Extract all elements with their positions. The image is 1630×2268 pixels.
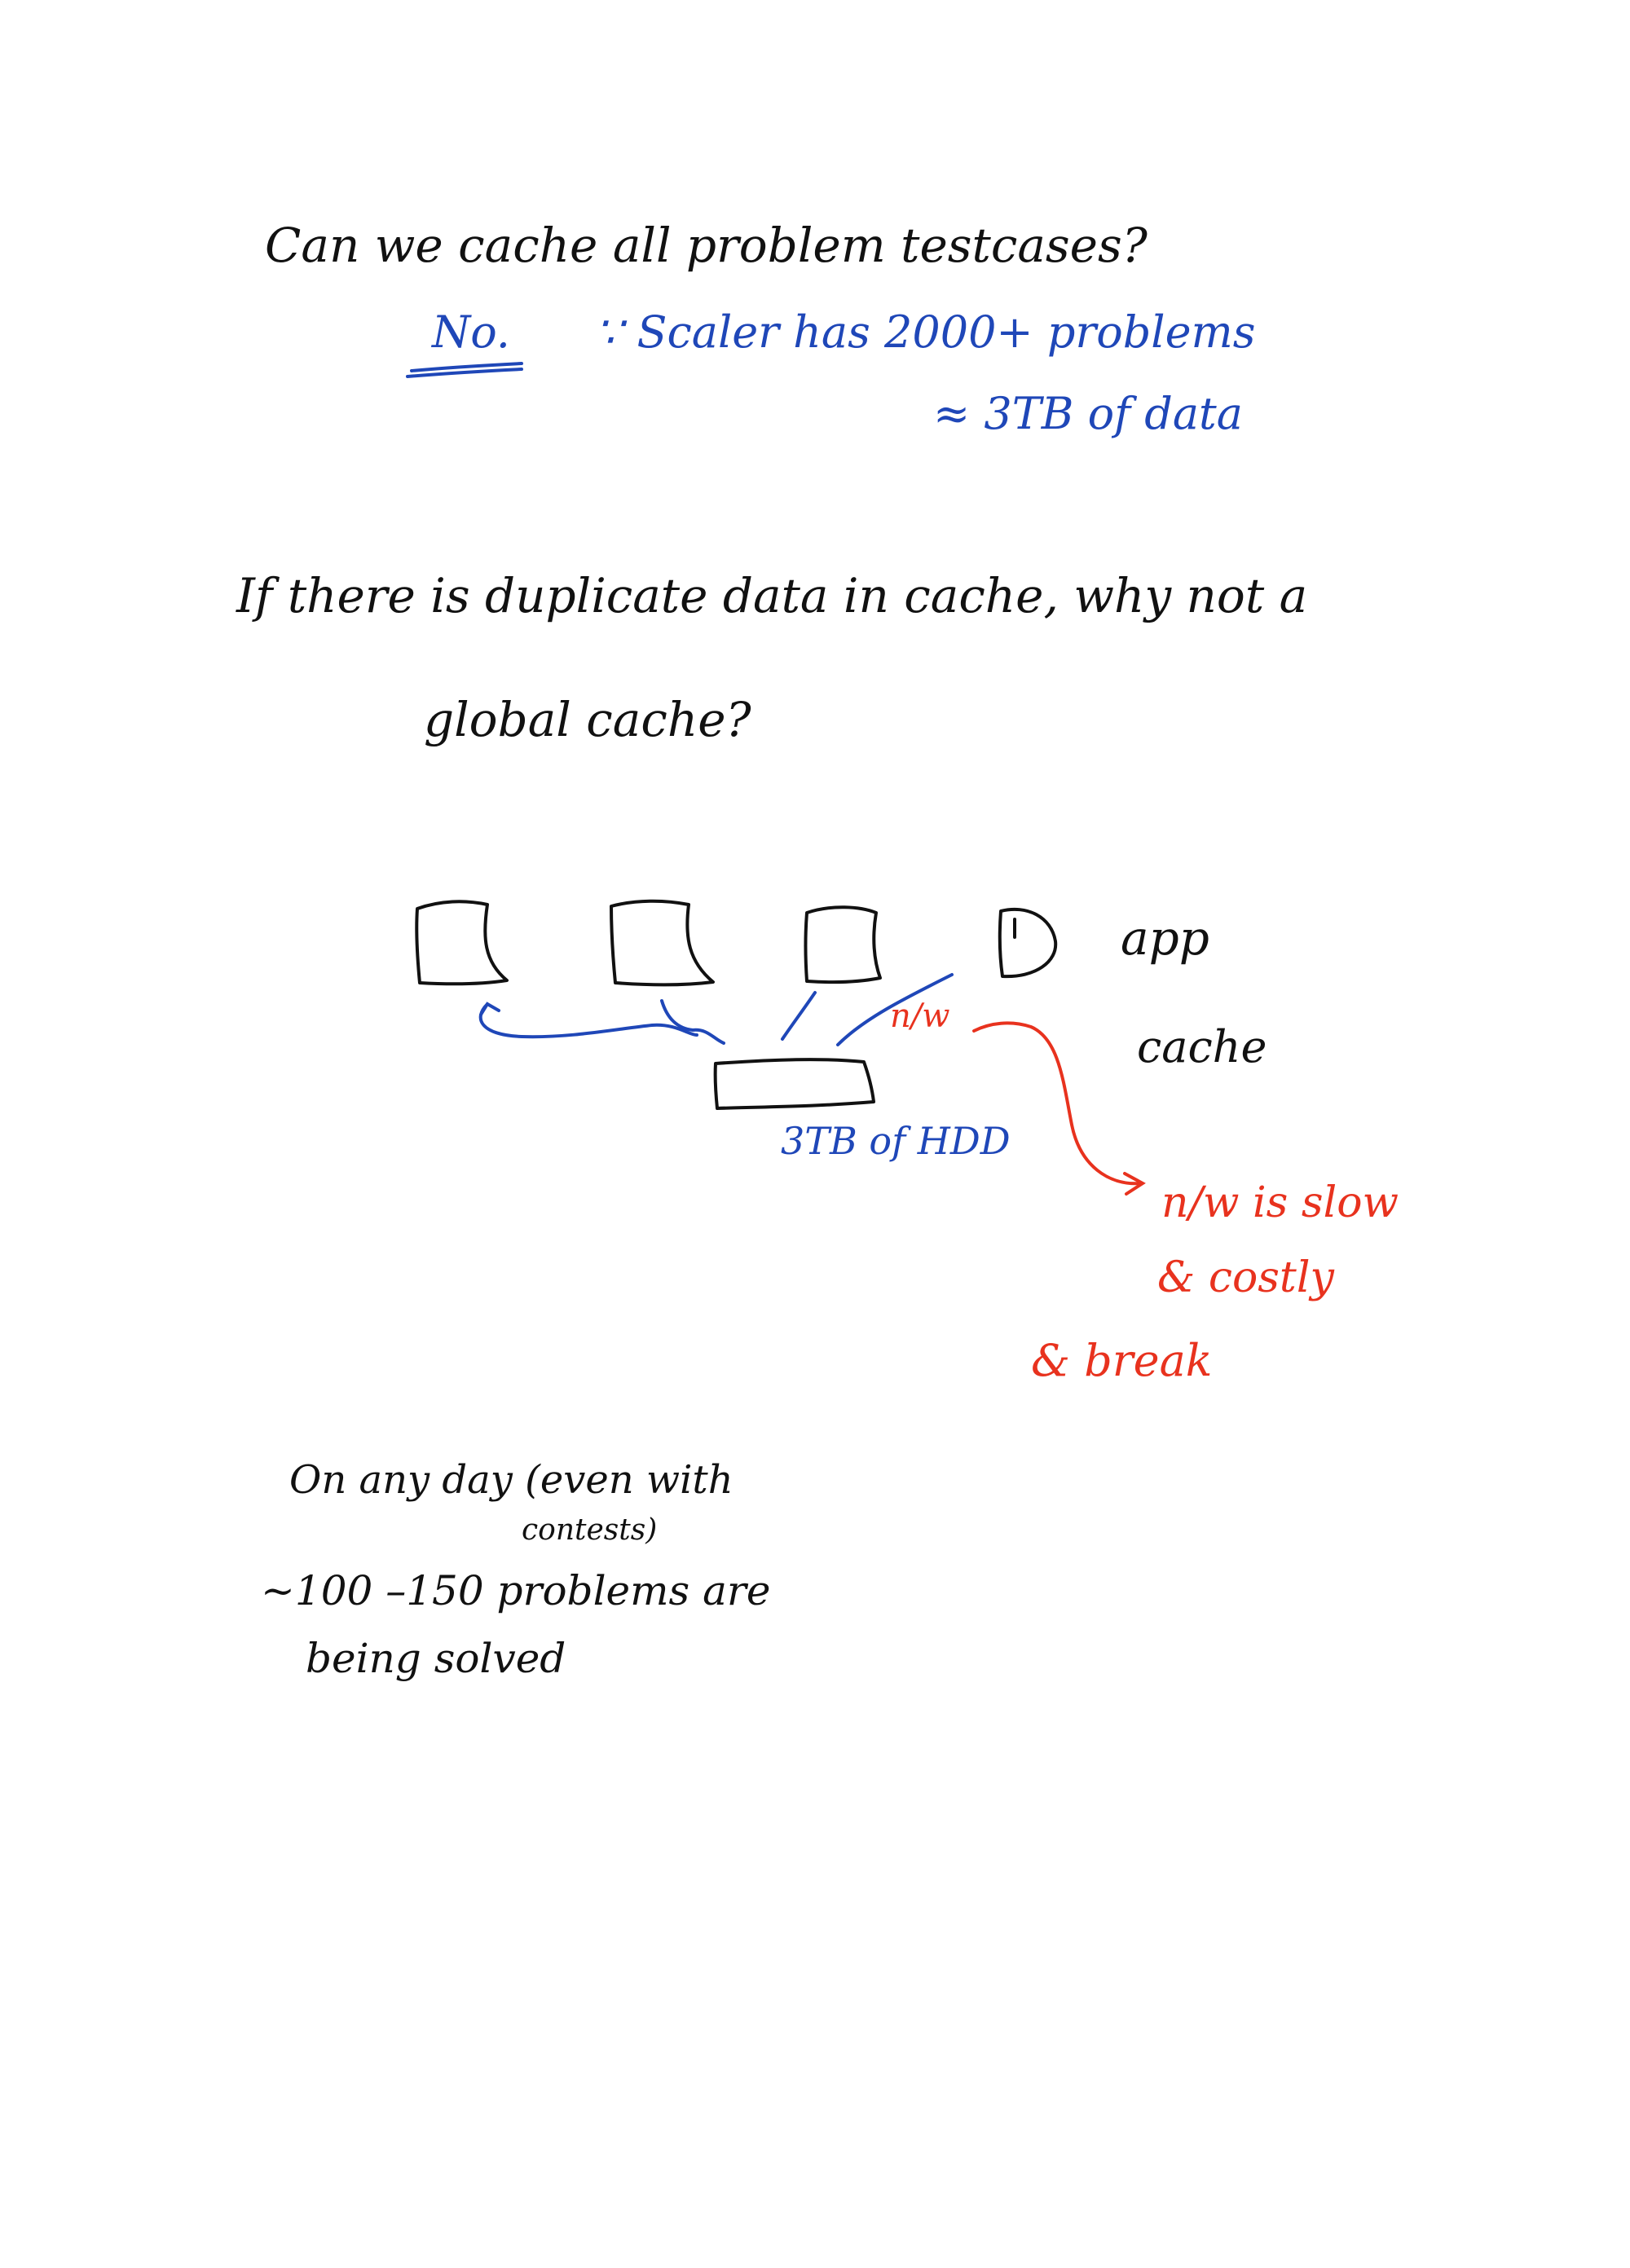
sketch-layer [406,362,1146,1196]
hdd-box [713,1058,875,1110]
connection-server-4 [836,973,954,1046]
network-arrow [972,1021,1146,1196]
server-box-4 [998,907,1058,979]
server-box-2 [610,899,715,987]
answer-underline [406,362,523,378]
connection-server-2 [660,999,725,1045]
storage-connections [478,973,954,1046]
app-server-boxes [415,899,1058,987]
server-box-1 [415,900,509,986]
connection-server-3 [781,991,817,1041]
server-box-3 [804,905,882,984]
notes-page: Can we cache all problem testcases? No. … [0,0,1630,2268]
